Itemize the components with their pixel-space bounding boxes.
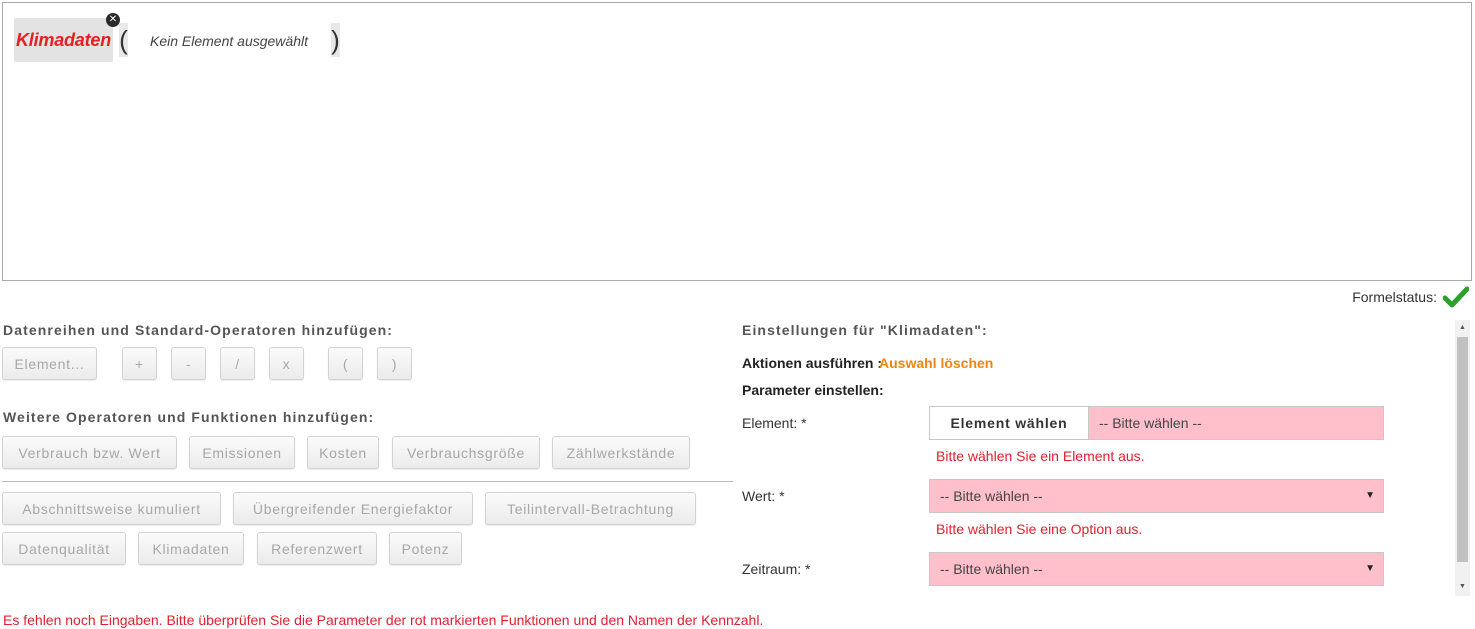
dropdown-arrow-icon: ▼ <box>1365 490 1375 501</box>
function-button-teilintervall[interactable]: Teilintervall-Betrachtung <box>485 492 696 525</box>
scroll-down-icon[interactable]: ▼ <box>1459 583 1466 590</box>
function-button-kosten[interactable]: Kosten <box>307 436 379 469</box>
function-button-verbrauchsgroesse[interactable]: Verbrauchsgröße <box>392 436 540 469</box>
choose-element-button[interactable]: Element wählen <box>929 406 1089 440</box>
settings-title: Einstellungen für "Klimadaten": <box>742 322 988 338</box>
function-button-abschnittsweise[interactable]: Abschnittsweise kumuliert <box>2 492 221 525</box>
formula-editor[interactable]: Klimadaten ✕ ( Kein Element ausgewählt ) <box>2 2 1472 281</box>
wert-select[interactable]: -- Bitte wählen -- ▼ <box>929 479 1384 513</box>
function-button-emissionen[interactable]: Emissionen <box>189 436 295 469</box>
function-button-referenzwert[interactable]: Referenzwert <box>257 532 377 565</box>
paren-close: ) <box>331 23 340 57</box>
params-label: Parameter einstellen: <box>742 382 884 398</box>
check-icon <box>1443 286 1469 308</box>
minus-operator-button[interactable]: - <box>171 347 206 380</box>
plus-operator-button[interactable]: + <box>122 347 157 380</box>
wert-error: Bitte wählen Sie eine Option aus. <box>936 521 1143 537</box>
further-functions-title: Weitere Operatoren und Funktionen hinzuf… <box>3 409 375 425</box>
formula-status: Formelstatus: <box>1352 286 1469 308</box>
function-button-datenqualitaet[interactable]: Datenqualität <box>2 532 126 565</box>
wert-label: Wert: * <box>742 488 785 504</box>
paren-open: ( <box>119 23 128 57</box>
zeitraum-label: Zeitraum: * <box>742 561 811 577</box>
zeitraum-select-value: -- Bitte wählen -- <box>940 561 1043 577</box>
element-label: Element: * <box>742 415 807 431</box>
scrollbar-thumb[interactable] <box>1457 337 1468 562</box>
function-name: Klimadaten <box>16 29 112 50</box>
actions-label: Aktionen ausführen : <box>742 355 883 371</box>
wert-select-value: -- Bitte wählen -- <box>940 488 1043 504</box>
element-value-field[interactable]: -- Bitte wählen -- <box>1088 406 1384 440</box>
function-button-zaehlwerkstaende[interactable]: Zählwerkstände <box>552 436 690 469</box>
element-error: Bitte wählen Sie ein Element aus. <box>936 448 1145 464</box>
argument-placeholder[interactable]: Kein Element ausgewählt <box>150 33 308 49</box>
validation-error-message: Es fehlen noch Eingaben. Bitte überprüfe… <box>3 612 764 628</box>
divide-operator-button[interactable]: / <box>220 347 255 380</box>
function-button-energiefaktor[interactable]: Übergreifender Energiefaktor <box>233 492 473 525</box>
dropdown-arrow-icon: ▼ <box>1365 563 1375 574</box>
remove-function-icon[interactable]: ✕ <box>106 13 120 27</box>
close-paren-button[interactable]: ) <box>377 347 412 380</box>
element-value-text: -- Bitte wählen -- <box>1099 415 1202 431</box>
multiply-operator-button[interactable]: x <box>269 347 304 380</box>
function-button-potenz[interactable]: Potenz <box>389 532 462 565</box>
open-paren-button[interactable]: ( <box>328 347 363 380</box>
formula-status-label: Formelstatus: <box>1352 289 1437 305</box>
clear-selection-link[interactable]: Auswahl löschen <box>879 355 993 371</box>
function-button-verbrauch[interactable]: Verbrauch bzw. Wert <box>2 436 177 469</box>
formula-function-token[interactable]: Klimadaten <box>14 18 114 62</box>
divider <box>2 481 733 482</box>
standard-operators-title: Datenreihen und Standard-Operatoren hinz… <box>3 322 394 338</box>
scroll-up-icon[interactable]: ▲ <box>1459 324 1466 331</box>
add-element-button[interactable]: Element... <box>2 347 97 380</box>
zeitraum-select[interactable]: -- Bitte wählen -- ▼ <box>929 552 1384 586</box>
function-button-klimadaten[interactable]: Klimadaten <box>138 532 244 565</box>
